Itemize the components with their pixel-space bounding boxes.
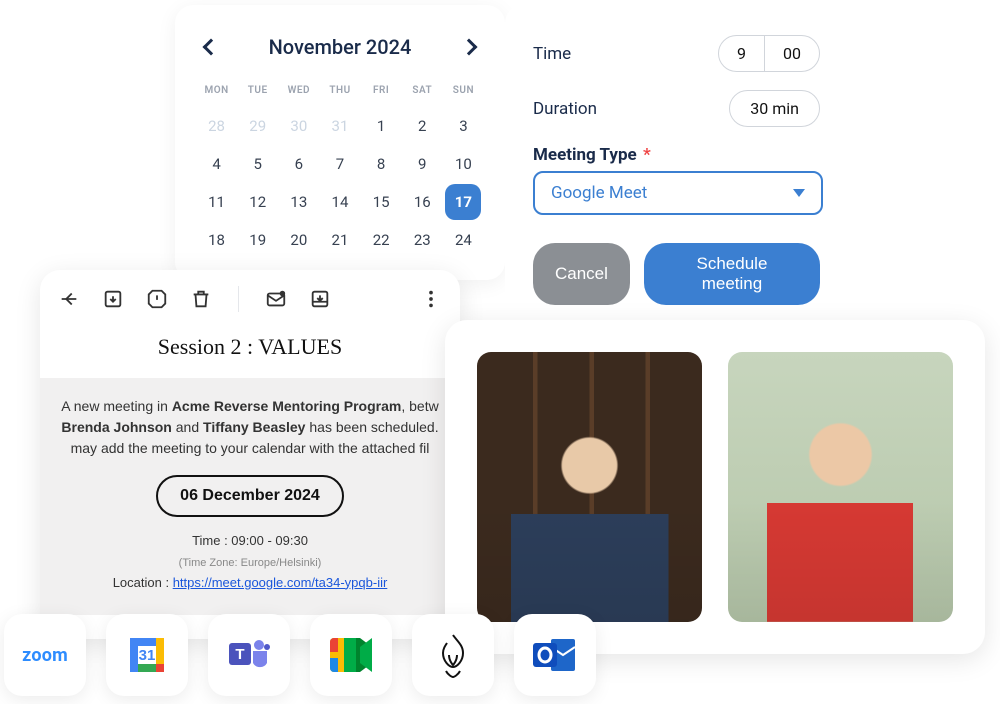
- calendar-day-cell[interactable]: 4: [197, 146, 236, 182]
- chevron-right-icon: [460, 39, 477, 56]
- outlook-icon: [531, 633, 579, 677]
- calendar-month-label: November 2024: [269, 35, 412, 59]
- next-month-button[interactable]: [455, 33, 483, 61]
- email-card: Session 2 : VALUES A new meeting in Acme…: [40, 270, 460, 639]
- delete-icon[interactable]: [190, 288, 212, 310]
- calendar-day-cell[interactable]: 11: [197, 184, 236, 220]
- app-icon-generic[interactable]: [412, 614, 494, 696]
- calendar-day-cell[interactable]: 13: [279, 184, 318, 220]
- time-input-group[interactable]: 9 00: [718, 35, 820, 72]
- calendar-header: November 2024: [197, 33, 483, 61]
- outlook-app-icon[interactable]: [514, 614, 596, 696]
- svg-text:31: 31: [139, 647, 156, 664]
- email-text: A new meeting in Acme Reverse Mentoring …: [58, 396, 442, 459]
- video-call-card: [445, 320, 985, 654]
- calendar-day-cell[interactable]: 17: [445, 184, 481, 220]
- time-label: Time: [533, 44, 571, 64]
- back-icon[interactable]: [58, 288, 80, 310]
- calendar-day-cell[interactable]: 6: [279, 146, 318, 182]
- google-meet-app-icon[interactable]: [310, 614, 392, 696]
- calendar-day-cell[interactable]: 28: [197, 108, 236, 144]
- calendar-day-of-week: WED: [279, 79, 318, 106]
- calendar-day-cell[interactable]: 20: [279, 222, 318, 258]
- zoom-logo: zoom: [22, 645, 68, 666]
- google-calendar-app-icon[interactable]: 31: [106, 614, 188, 696]
- calendar-day-cell[interactable]: 18: [197, 222, 236, 258]
- duration-label: Duration: [533, 99, 597, 119]
- calendar-day-cell[interactable]: 2: [403, 108, 442, 144]
- participant-tile: [477, 352, 702, 622]
- integration-apps-row: zoom 31 T: [0, 606, 604, 704]
- calendar-day-cell[interactable]: 23: [403, 222, 442, 258]
- calendar-day-cell[interactable]: 24: [444, 222, 483, 258]
- calendar-day-cell[interactable]: 5: [238, 146, 277, 182]
- google-meet-icon: [326, 634, 376, 676]
- calendar-day-of-week: THU: [320, 79, 359, 106]
- dropdown-icon: [793, 189, 805, 197]
- google-calendar-icon: 31: [124, 632, 170, 678]
- minute-input[interactable]: 00: [764, 36, 819, 71]
- flame-icon: [432, 631, 474, 679]
- meeting-type-select[interactable]: Google Meet: [533, 171, 823, 215]
- calendar-day-cell[interactable]: 1: [362, 108, 401, 144]
- calendar-card: November 2024 MONTUEWEDTHUFRISATSUN28293…: [175, 5, 505, 280]
- email-body: A new meeting in Acme Reverse Mentoring …: [40, 378, 460, 615]
- toolbar-separator: [238, 286, 239, 312]
- calendar-day-cell[interactable]: 14: [320, 184, 359, 220]
- calendar-day-of-week: SUN: [444, 79, 483, 106]
- chevron-left-icon: [203, 39, 220, 56]
- more-icon[interactable]: [420, 288, 442, 310]
- calendar-day-cell[interactable]: 21: [320, 222, 359, 258]
- archive-icon[interactable]: [102, 288, 124, 310]
- calendar-day-cell[interactable]: 19: [238, 222, 277, 258]
- prev-month-button[interactable]: [197, 33, 225, 61]
- required-indicator: *: [643, 145, 651, 165]
- spam-icon[interactable]: [146, 288, 168, 310]
- meeting-link[interactable]: https://meet.google.com/ta34-ypqb-iir: [173, 575, 388, 590]
- calendar-day-cell[interactable]: 7: [320, 146, 359, 182]
- schedule-form-card: Time 9 00 Duration 30 min Meeting Type *…: [505, 5, 830, 333]
- calendar-day-cell[interactable]: 10: [444, 146, 483, 182]
- schedule-meeting-button[interactable]: Schedule meeting: [644, 243, 820, 305]
- email-timezone: (Time Zone: Europe/Helsinki): [179, 557, 322, 569]
- calendar-grid: MONTUEWEDTHUFRISATSUN2829303112345678910…: [197, 79, 483, 258]
- calendar-day-of-week: SAT: [403, 79, 442, 106]
- microsoft-teams-app-icon[interactable]: T: [208, 614, 290, 696]
- calendar-day-cell[interactable]: 15: [362, 184, 401, 220]
- calendar-day-cell[interactable]: 3: [444, 108, 483, 144]
- move-to-inbox-icon[interactable]: [309, 288, 331, 310]
- hour-input[interactable]: 9: [719, 36, 764, 71]
- participant-tile: [728, 352, 953, 622]
- calendar-day-of-week: FRI: [362, 79, 401, 106]
- calendar-day-cell[interactable]: 30: [279, 108, 318, 144]
- mark-unread-icon[interactable]: [265, 288, 287, 310]
- calendar-day-cell[interactable]: 22: [362, 222, 401, 258]
- calendar-day-cell[interactable]: 12: [238, 184, 277, 220]
- teams-icon: T: [225, 631, 273, 679]
- meeting-type-label: Meeting Type *: [533, 145, 651, 165]
- calendar-day-cell[interactable]: 9: [403, 146, 442, 182]
- cancel-button[interactable]: Cancel: [533, 243, 630, 305]
- calendar-day-cell[interactable]: 31: [320, 108, 359, 144]
- calendar-day-of-week: TUE: [238, 79, 277, 106]
- calendar-day-cell[interactable]: 8: [362, 146, 401, 182]
- duration-input[interactable]: 30 min: [729, 90, 820, 127]
- email-toolbar: [40, 270, 460, 326]
- svg-text:T: T: [235, 646, 244, 663]
- calendar-day-cell[interactable]: 16: [403, 184, 442, 220]
- meeting-type-value: Google Meet: [551, 183, 647, 203]
- email-time-line: Time : 09:00 - 09:30: [192, 533, 308, 548]
- email-date-pill: 06 December 2024: [156, 475, 344, 517]
- calendar-day-cell[interactable]: 29: [238, 108, 277, 144]
- zoom-app-icon[interactable]: zoom: [4, 614, 86, 696]
- email-meta: Time : 09:00 - 09:30 (Time Zone: Europe/…: [58, 531, 442, 593]
- calendar-day-of-week: MON: [197, 79, 236, 106]
- email-title: Session 2 : VALUES: [40, 334, 460, 360]
